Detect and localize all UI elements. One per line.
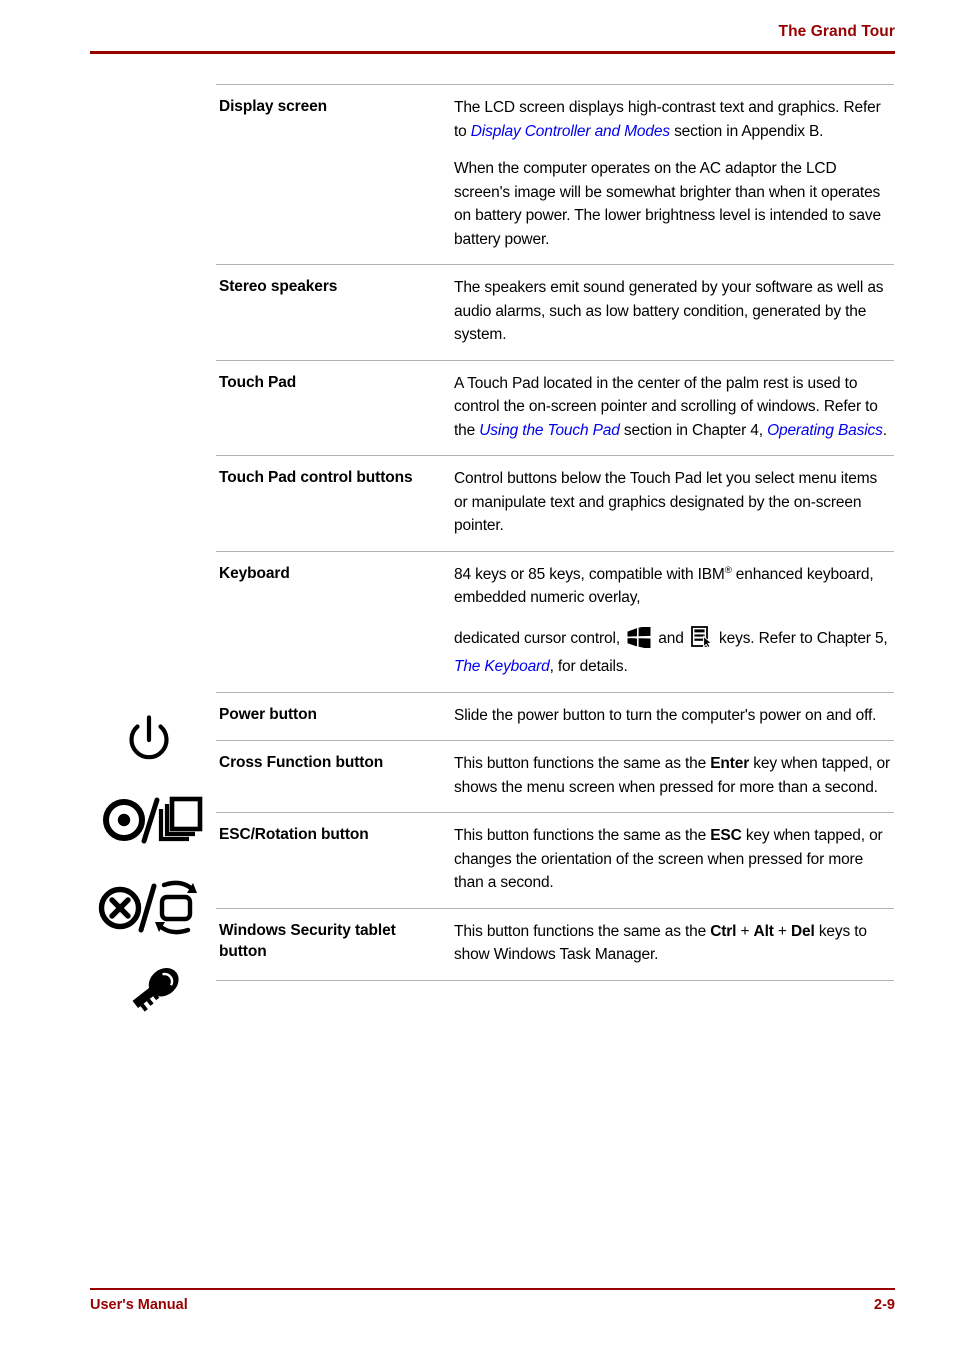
table-row: Windows Security tablet button This butto… [216, 909, 894, 980]
cross-reference-link[interactable]: Using the Touch Pad [479, 422, 620, 439]
table-row: Stereo speakers The speakers emit sound g… [216, 265, 894, 360]
component-description: The LCD screen displays high-contrast te… [454, 85, 894, 264]
description-paragraph: This button functions the same as the ES… [454, 824, 892, 895]
description-text: + [736, 922, 754, 940]
description-text: , for details. [549, 658, 628, 675]
description-text: . [882, 421, 887, 439]
component-description: Control buttons below the Touch Pad let … [454, 456, 894, 551]
cross-reference-link[interactable]: Operating Basics [767, 422, 883, 439]
component-name: Keyboard [219, 564, 290, 582]
description-paragraph: This button functions the same as the Ct… [454, 920, 892, 967]
description-text: + [773, 922, 791, 940]
component-name: Display screen [219, 98, 328, 115]
table-row: Touch Pad A Touch Pad located in the cent… [216, 361, 894, 456]
component-description-table: Display screen The LCD screen displays hi… [216, 84, 894, 981]
component-name: Touch Pad [219, 373, 297, 391]
component-description: This button functions the same as the ES… [454, 813, 894, 908]
table-row: Cross Function button This button functio… [216, 741, 894, 812]
component-description: 84 keys or 85 keys, compatible with IBM®… [454, 552, 894, 692]
divider-rule [216, 979, 894, 981]
application-key-icon [690, 625, 713, 656]
key-name: ESC [710, 827, 742, 844]
component-description: A Touch Pad located in the center of the… [454, 361, 894, 456]
page-footer: User's Manual 2-9 [90, 1294, 895, 1318]
key-name: Alt [753, 922, 774, 940]
component-name: Stereo speakers [219, 278, 338, 295]
footer-page-number: 2-9 [874, 1297, 895, 1313]
table-row-divider [216, 979, 894, 981]
description-text: When the computer operates on the AC ada… [454, 160, 881, 248]
description-text: and [654, 629, 688, 647]
description-paragraph: A Touch Pad located in the center of the… [454, 372, 892, 443]
cross-function-button-icon [99, 793, 203, 854]
windows-security-key-icon [124, 960, 186, 1023]
description-paragraph: The speakers emit sound generated by you… [454, 276, 892, 347]
table-row: Power button Slide the power button to tu… [216, 693, 894, 741]
page-header: The Grand Tour [90, 22, 895, 52]
header-chapter-title: The Grand Tour [778, 23, 895, 40]
component-description: The speakers emit sound generated by you… [454, 265, 894, 360]
table-row: Display screen The LCD screen displays hi… [216, 85, 894, 264]
component-name: Windows Security tablet button [219, 921, 396, 961]
description-text: Control buttons below the Touch Pad let … [454, 470, 878, 534]
description-paragraph: Slide the power button to turn the compu… [454, 704, 892, 728]
table-row: Touch Pad control buttons Control buttons… [216, 456, 894, 551]
description-text: section in Appendix B. [669, 122, 824, 140]
cross-reference-link[interactable]: Display Controller and Modes [471, 123, 670, 140]
power-button-icon [120, 712, 178, 775]
description-text: Slide the power button to turn the compu… [454, 706, 877, 724]
description-paragraph: dedicated cursor control, and keys. Refe… [454, 624, 892, 679]
description-text: dedicated cursor control, [454, 629, 625, 647]
footer-rule [90, 1288, 895, 1290]
description-text: This button functions the same as the [454, 922, 711, 940]
component-description: Slide the power button to turn the compu… [454, 693, 894, 741]
description-text: section in Chapter 4, [619, 421, 768, 439]
table-body: Display screen The LCD screen displays hi… [216, 84, 894, 981]
component-description: This button functions the same as the En… [454, 741, 894, 812]
component-name: Cross Function button [219, 754, 384, 771]
description-paragraph: When the computer operates on the AC ada… [454, 157, 892, 251]
description-paragraph: The LCD screen displays high-contrast te… [454, 96, 892, 143]
key-name: Enter [710, 755, 750, 772]
windows-key-icon [627, 624, 651, 656]
description-text: 84 keys or 85 keys, compatible with IBM [454, 565, 725, 583]
description-text: The speakers emit sound generated by you… [454, 279, 884, 343]
registered-mark: ® [724, 564, 732, 576]
description-text: This button functions the same as the [454, 755, 711, 772]
component-name: ESC/Rotation button [219, 826, 369, 843]
cross-reference-link[interactable]: The Keyboard [454, 658, 550, 675]
header-rule [90, 51, 895, 54]
key-name: Del [790, 922, 815, 940]
description-text: This button functions the same as the [454, 827, 711, 844]
esc-rotation-button-icon [94, 877, 206, 944]
description-paragraph: 84 keys or 85 keys, compatible with IBM®… [454, 563, 892, 610]
table-row: Keyboard 84 keys or 85 keys, compatible w… [216, 552, 894, 692]
description-paragraph: Control buttons below the Touch Pad let … [454, 467, 892, 538]
key-name: Ctrl [710, 922, 737, 940]
component-name: Touch Pad control buttons [219, 469, 413, 486]
footer-manual-label: User's Manual [90, 1297, 188, 1313]
description-paragraph: This button functions the same as the En… [454, 752, 892, 799]
component-description: This button functions the same as the Ct… [454, 909, 894, 980]
description-text: keys. Refer to Chapter 5, [714, 629, 888, 647]
table-row: ESC/Rotation button This button functions… [216, 813, 894, 908]
component-name: Power button [219, 705, 317, 723]
